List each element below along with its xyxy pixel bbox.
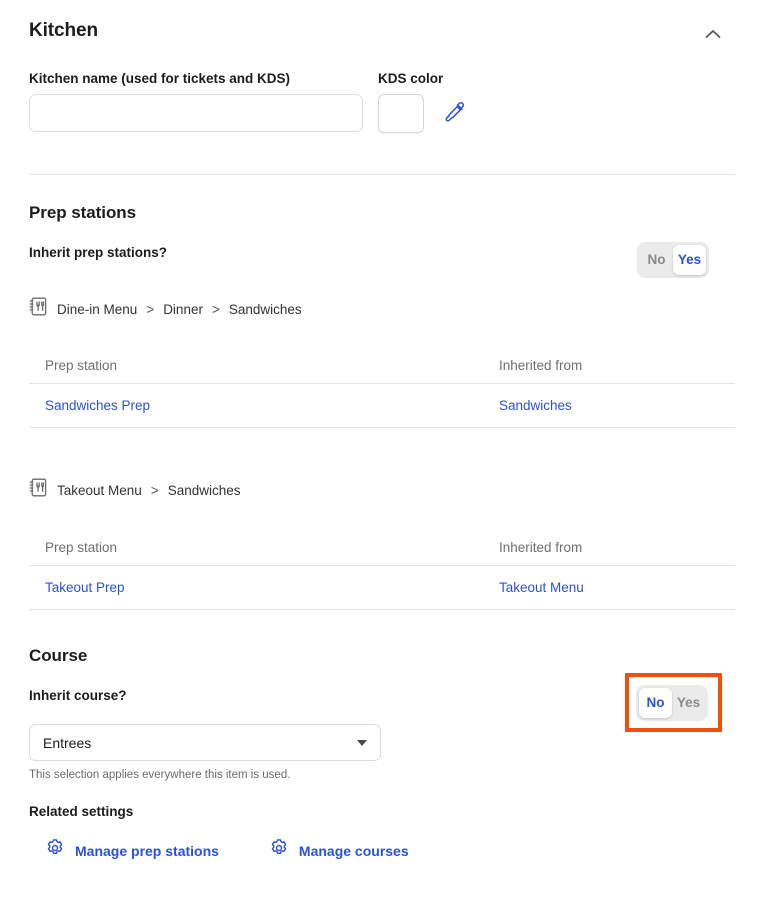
- related-settings-title: Related settings: [29, 804, 134, 819]
- course-select-value: Entrees: [43, 734, 92, 751]
- table-header-row: Prep station Inherited from: [29, 530, 735, 566]
- breadcrumb-item: Dine-in Menu: [57, 301, 138, 317]
- breadcrumb: Takeout Menu > Sandwiches: [29, 477, 241, 504]
- inherit-course-option-yes[interactable]: Yes: [672, 688, 705, 718]
- gear-icon: [45, 838, 65, 863]
- prep-stations-table: Prep station Inherited from Takeout Prep…: [29, 530, 735, 610]
- breadcrumb-separator: >: [211, 301, 220, 317]
- kds-color-swatch[interactable]: [378, 94, 424, 133]
- eyedropper-icon-button[interactable]: [440, 100, 468, 128]
- related-settings-links: Manage prep stations Manage courses: [45, 838, 409, 863]
- course-select-help-text: This selection applies everywhere this i…: [29, 769, 291, 781]
- inherit-prep-stations-toggle[interactable]: No Yes: [637, 242, 709, 278]
- breadcrumb-separator: >: [146, 301, 155, 317]
- breadcrumb-item: Dinner: [163, 301, 203, 317]
- inherited-from-link[interactable]: Takeout Menu: [499, 580, 584, 595]
- course-select[interactable]: Entrees: [29, 724, 381, 761]
- kitchen-name-input[interactable]: [29, 94, 363, 132]
- column-header-inherited-from: Inherited from: [499, 540, 583, 555]
- page-title: Kitchen: [29, 20, 98, 41]
- chevron-down-icon: [357, 739, 367, 746]
- prep-station-link[interactable]: Takeout Prep: [45, 580, 125, 595]
- kitchen-settings-panel: Kitchen Kitchen name (used for tickets a…: [0, 0, 762, 897]
- section-header: Kitchen: [29, 18, 742, 48]
- column-header-prep-station: Prep station: [45, 358, 118, 373]
- prep-stations-title: Prep stations: [29, 203, 137, 222]
- manage-prep-stations-label: Manage prep stations: [75, 842, 219, 859]
- collapse-section-button[interactable]: [698, 21, 728, 47]
- breadcrumb-item: Sandwiches: [228, 301, 302, 317]
- inherited-from-link[interactable]: Sandwiches: [499, 398, 572, 413]
- inherit-prep-stations-option-yes[interactable]: Yes: [673, 245, 706, 275]
- inherit-prep-stations-label: Inherit prep stations?: [29, 245, 168, 260]
- breadcrumb-separator: >: [150, 482, 159, 498]
- prep-stations-table: Prep station Inherited from Sandwiches P…: [29, 348, 735, 428]
- kds-color-label: KDS color: [378, 71, 444, 86]
- table-header-row: Prep station Inherited from: [29, 348, 735, 384]
- table-row: Takeout Prep Takeout Menu: [29, 566, 735, 610]
- manage-prep-stations-link[interactable]: Manage prep stations: [45, 838, 219, 863]
- prep-station-link[interactable]: Sandwiches Prep: [45, 398, 150, 413]
- inherit-prep-stations-option-no[interactable]: No: [640, 245, 673, 275]
- course-title: Course: [29, 646, 88, 665]
- eyedropper-icon: [441, 101, 467, 129]
- inherit-course-option-no[interactable]: No: [639, 688, 672, 718]
- column-header-prep-station: Prep station: [45, 540, 118, 555]
- menu-book-icon: [29, 296, 49, 323]
- manage-courses-label: Manage courses: [298, 842, 409, 859]
- breadcrumb-item: Sandwiches: [167, 482, 241, 498]
- breadcrumb: Dine-in Menu > Dinner > Sandwiches: [29, 296, 302, 323]
- table-row: Sandwiches Prep Sandwiches: [29, 384, 735, 428]
- breadcrumb-item: Takeout Menu: [57, 482, 142, 498]
- menu-book-icon: [29, 477, 49, 504]
- course-select-box[interactable]: Entrees: [29, 724, 381, 761]
- inherit-course-label: Inherit course?: [29, 688, 127, 703]
- kitchen-name-label: Kitchen name (used for tickets and KDS): [29, 71, 291, 86]
- section-divider: [29, 174, 735, 175]
- manage-courses-link[interactable]: Manage courses: [269, 838, 409, 863]
- column-header-inherited-from: Inherited from: [499, 358, 583, 373]
- inherit-course-toggle[interactable]: No Yes: [636, 685, 708, 721]
- chevron-up-icon: [705, 29, 721, 39]
- gear-icon: [269, 838, 289, 863]
